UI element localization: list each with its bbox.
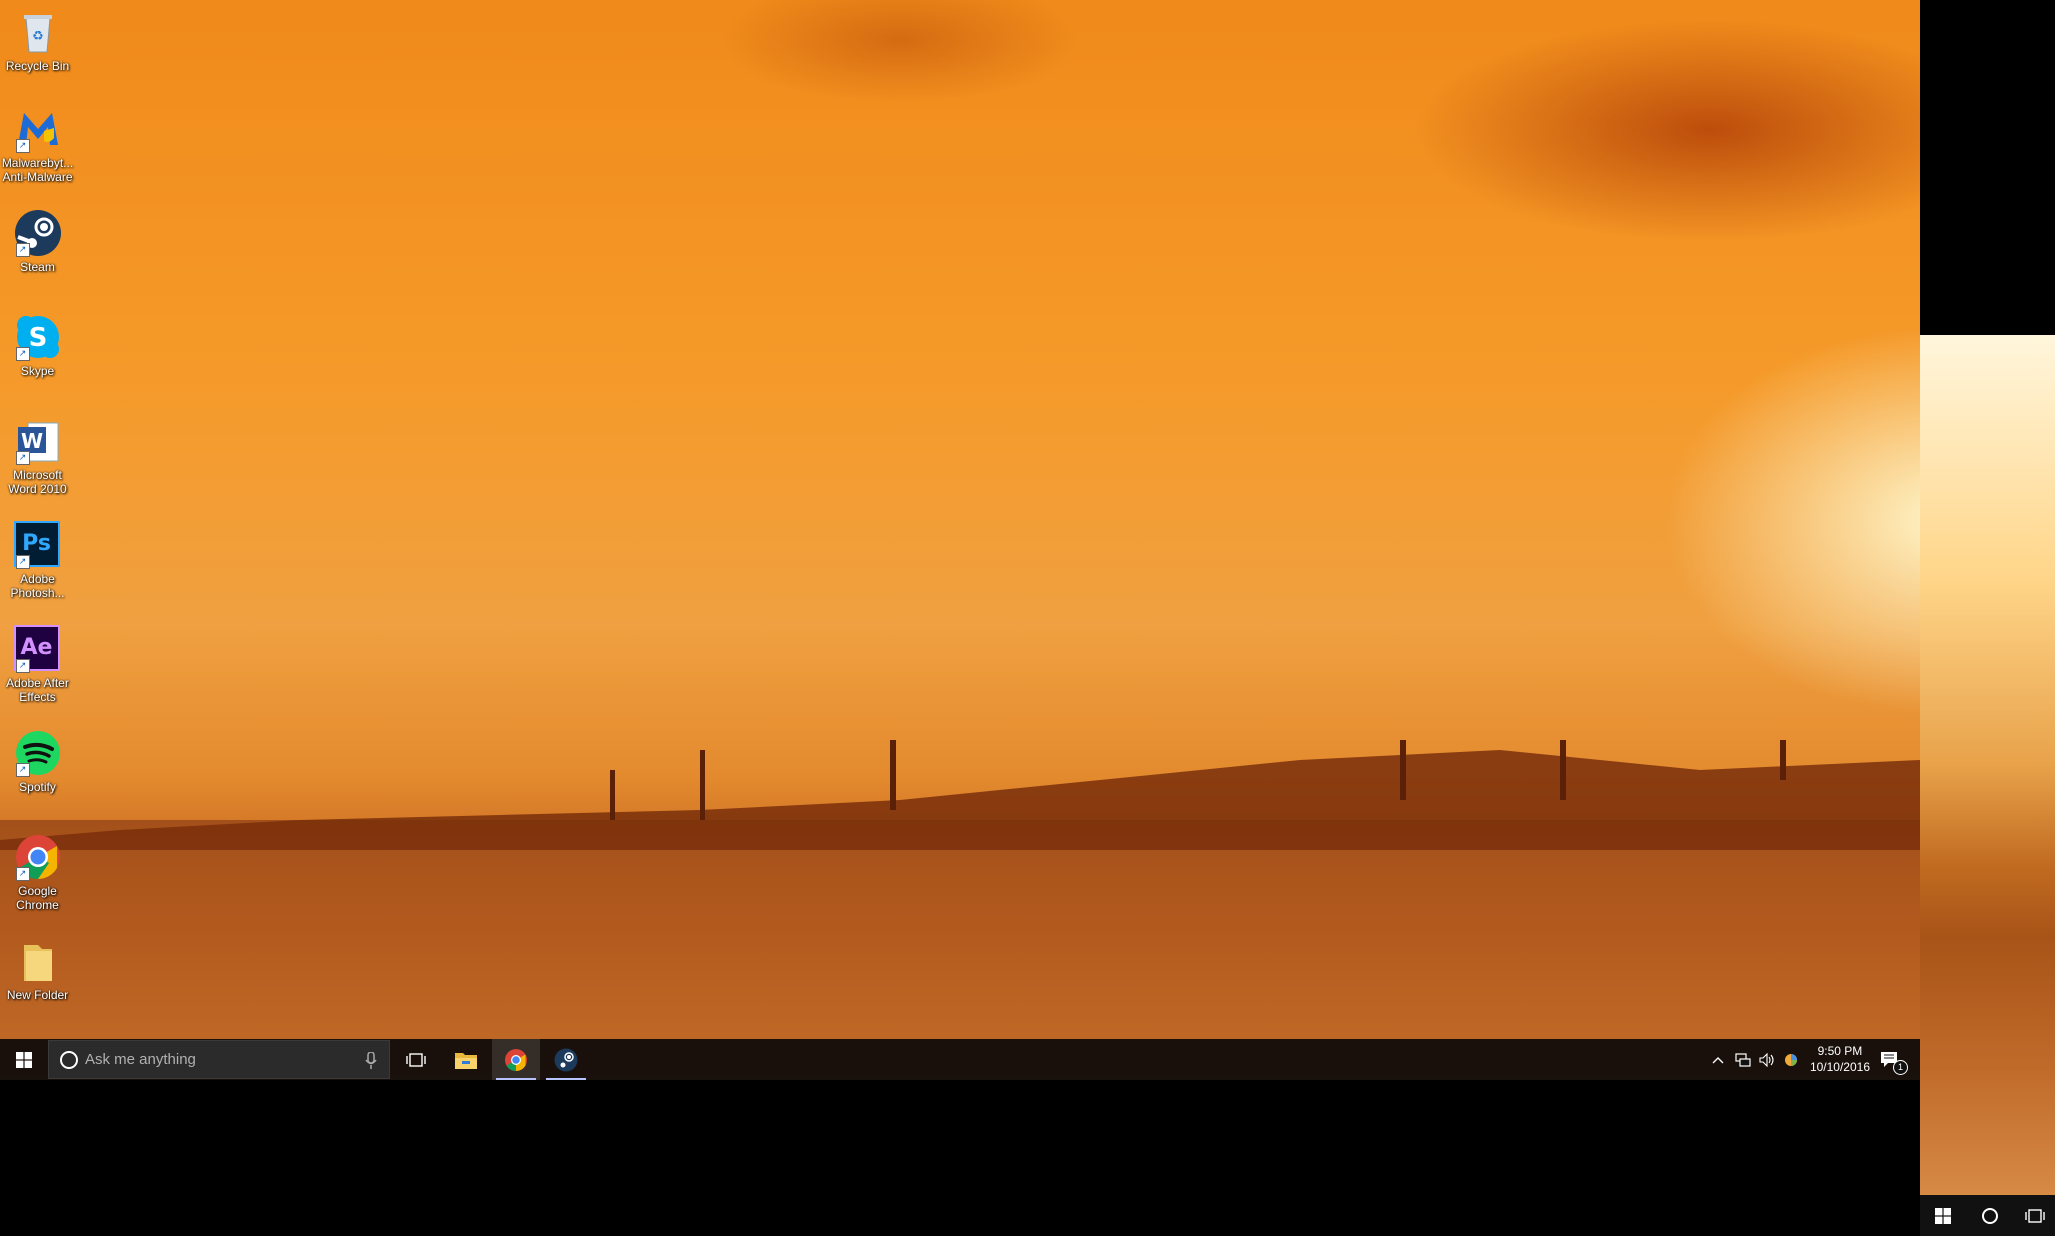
desktop-wallpaper — [1920, 335, 2055, 1195]
network-icon — [1735, 1052, 1751, 1067]
desktop-icon-label: Google Chrome — [16, 884, 59, 912]
desktop-icon-label: Adobe After Effects — [6, 676, 69, 704]
secondary-monitor — [1920, 335, 2055, 1236]
taskbar-chrome[interactable] — [492, 1039, 540, 1080]
microphone-icon[interactable] — [365, 1052, 377, 1069]
shortcut-arrow-icon: ↗ — [15, 555, 30, 569]
notification-count-badge: 1 — [1893, 1060, 1908, 1075]
network-button[interactable] — [1732, 1039, 1754, 1080]
desktop-icon-photoshop[interactable]: Ps ↗ Adobe Photosh... — [0, 515, 75, 600]
primary-monitor: ♻ Recycle Bin ↗ Malwarebyt... Anti-Malwa… — [0, 0, 1920, 1080]
word-icon: W ↗ — [14, 417, 62, 465]
recycle-bin-icon: ♻ — [14, 8, 62, 56]
desktop-icon-label: Skype — [20, 364, 55, 378]
task-view-button[interactable] — [2014, 1195, 2055, 1236]
desktop-icon-skype[interactable]: S ↗ Skype — [0, 307, 75, 378]
shortcut-arrow-icon: ↗ — [15, 451, 30, 465]
chevron-up-icon — [1712, 1056, 1724, 1063]
taskbar: Ask me anything 9:50 PM 10/10/2016 1 — [0, 1039, 1920, 1080]
task-view-icon — [2024, 1208, 2045, 1223]
file-explorer-icon — [455, 1052, 477, 1069]
desktop-icon-label: Steam — [20, 260, 55, 274]
taskbar-steam[interactable] — [542, 1039, 590, 1080]
desktop-icon-label: Malwarebyt... Anti-Malware — [1, 156, 74, 184]
desktop-icon-new-folder[interactable]: New Folder — [0, 931, 75, 1002]
show-hidden-icons-button[interactable] — [1708, 1039, 1728, 1080]
shortcut-arrow-icon: ↗ — [15, 139, 30, 153]
search-placeholder: Ask me anything — [85, 1051, 196, 1068]
malwarebytes-icon: ↗ — [14, 105, 62, 153]
photoshop-icon: Ps ↗ — [13, 521, 62, 569]
desktop-icon-spotify[interactable]: ↗ Spotify — [0, 723, 75, 794]
desktop-icon-recycle-bin[interactable]: ♻ Recycle Bin — [0, 2, 75, 73]
desktop-icon-label: New Folder — [6, 988, 69, 1002]
steam-icon: ↗ — [14, 209, 62, 257]
shortcut-arrow-icon: ↗ — [15, 659, 30, 673]
desktop-icon-word[interactable]: W ↗ Microsoft Word 2010 — [0, 411, 75, 496]
spotify-icon: ↗ — [14, 729, 62, 777]
shortcut-arrow-icon: ↗ — [15, 867, 30, 881]
start-button[interactable] — [0, 1039, 48, 1080]
shortcut-arrow-icon: ↗ — [15, 763, 30, 777]
desktop-icon-label: Adobe Photosh... — [10, 572, 65, 600]
chrome-icon — [505, 1048, 527, 1071]
chrome-icon: ↗ — [14, 833, 62, 881]
action-center-button[interactable]: 1 — [1870, 1039, 1910, 1080]
folder-icon — [14, 937, 62, 985]
cortana-button[interactable] — [1967, 1195, 2012, 1236]
task-view-button[interactable] — [392, 1039, 440, 1080]
steam-icon — [554, 1048, 578, 1071]
volume-icon — [1759, 1052, 1774, 1067]
cortana-icon — [60, 1051, 78, 1069]
after-effects-icon: Ae ↗ — [13, 625, 62, 673]
volume-button[interactable] — [1756, 1039, 1778, 1080]
wallpaper-palm-trees — [0, 740, 1920, 850]
color-wheel-icon — [1785, 1053, 1797, 1066]
svg-text:W: W — [20, 429, 42, 453]
start-button[interactable] — [1920, 1195, 1965, 1236]
clock[interactable]: 9:50 PM 10/10/2016 — [1810, 1043, 1870, 1075]
skype-icon: S ↗ — [14, 313, 62, 361]
secondary-taskbar — [1920, 1195, 2055, 1236]
desktop-icon-after-effects[interactable]: Ae ↗ Adobe After Effects — [0, 619, 75, 704]
clock-time: 9:50 PM — [1817, 1044, 1863, 1058]
desktop-icon-label: Spotify — [19, 780, 56, 794]
shortcut-arrow-icon: ↗ — [15, 243, 30, 257]
task-view-icon — [406, 1052, 426, 1067]
desktop-icon-label: Microsoft Word 2010 — [8, 468, 67, 496]
desktop-icon-steam[interactable]: ↗ Steam — [0, 203, 75, 274]
cortana-icon — [1981, 1207, 1998, 1224]
desktop-icon-label: Recycle Bin — [5, 59, 70, 73]
windows-logo-icon — [1934, 1207, 1951, 1224]
clock-date: 10/10/2016 — [1809, 1060, 1870, 1074]
running-indicator — [496, 1078, 536, 1080]
tray-app-button[interactable] — [1780, 1039, 1802, 1080]
svg-text:S: S — [28, 323, 47, 353]
desktop-icon-malwarebytes[interactable]: ↗ Malwarebyt... Anti-Malware — [0, 99, 75, 184]
windows-logo-icon — [16, 1051, 32, 1068]
svg-text:♻: ♻ — [32, 29, 44, 44]
running-indicator — [546, 1078, 586, 1080]
cortana-search-box[interactable]: Ask me anything — [48, 1040, 390, 1079]
desktop-icon-chrome[interactable]: ↗ Google Chrome — [0, 827, 75, 912]
taskbar-file-explorer[interactable] — [442, 1039, 490, 1080]
shortcut-arrow-icon: ↗ — [15, 347, 30, 361]
